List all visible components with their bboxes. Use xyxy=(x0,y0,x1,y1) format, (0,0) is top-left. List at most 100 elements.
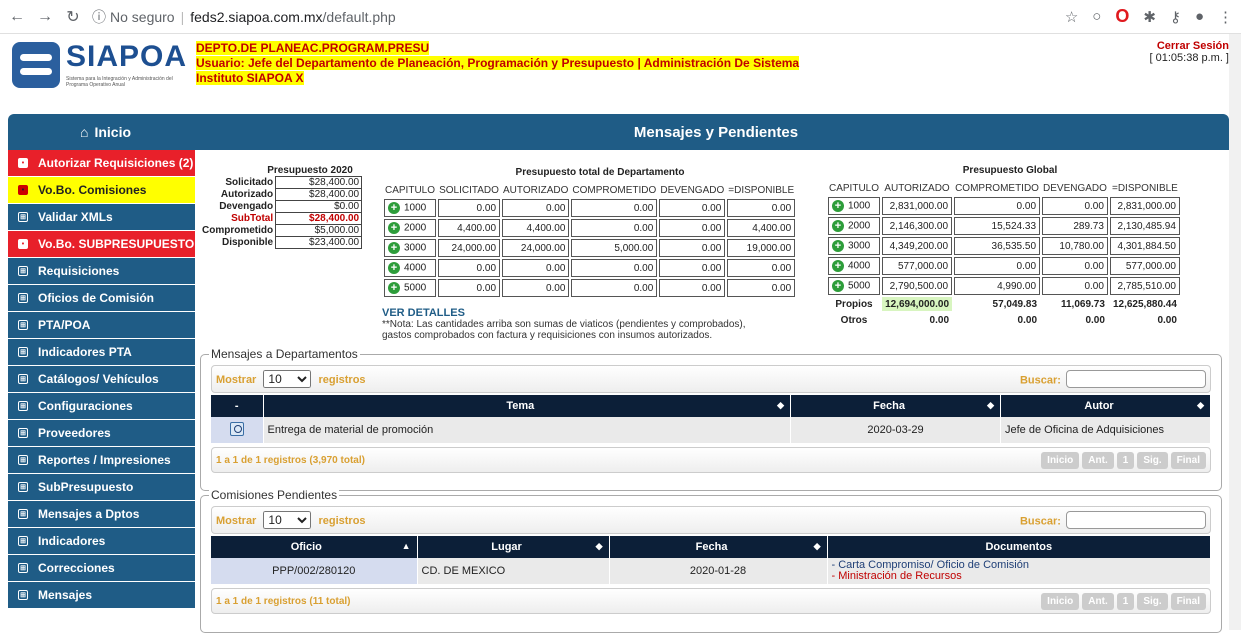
amount: 0.00 xyxy=(1042,277,1108,295)
key-icon[interactable]: ⚷ xyxy=(1170,8,1181,26)
info-icon[interactable]: ⓘ xyxy=(92,7,106,27)
menu-icon[interactable]: ⋮ xyxy=(1218,8,1233,26)
amount: 0.00 xyxy=(502,199,570,217)
add-icon[interactable]: + xyxy=(388,262,400,274)
commissions-pager: Inicio Ant. 1 Sig. Final xyxy=(1041,592,1206,610)
view-message-icon[interactable] xyxy=(229,421,244,436)
total-cell: 57,049.83 xyxy=(992,298,1038,310)
sidebar-item[interactable]: ⊞ Mensajes a Dptos xyxy=(8,501,195,528)
sidebar: • Autorizar Requisiciones (2) • Vo.Bo. Comi… xyxy=(8,150,195,609)
sidebar-item[interactable]: ⊞ Indicadores xyxy=(8,528,195,555)
col-fecha[interactable]: Fecha ◆ xyxy=(609,536,828,558)
budget-row: +3000 4,349,200.00 36,535.50 10,780.00 4,301… xyxy=(828,237,1180,255)
sidebar-item[interactable]: ⊞ Proveedores xyxy=(8,420,195,447)
commission-lugar: CD. DE MEXICO xyxy=(417,558,610,584)
add-icon[interactable]: + xyxy=(832,220,844,232)
message-tema: Entrega de material de promoción xyxy=(263,417,791,443)
capitulo: 3000 xyxy=(848,240,871,252)
extension-circle-icon[interactable]: ○ xyxy=(1092,8,1101,25)
sidebar-item[interactable]: ⊞ Requisiciones xyxy=(8,258,195,285)
pager-prev[interactable]: Ant. xyxy=(1082,451,1114,469)
add-icon[interactable]: + xyxy=(388,222,400,234)
amount: 4,400.00 xyxy=(727,219,796,237)
opera-icon[interactable]: O xyxy=(1115,6,1129,27)
sidebar-item-label: Oficios de Comisión xyxy=(38,291,155,305)
sidebar-item[interactable]: • Vo.Bo. SUBPRESUPUESTO xyxy=(8,231,195,258)
siapoa-logo[interactable]: SIAPOA Sistema para la Integración y Adm… xyxy=(12,40,192,96)
sidebar-item[interactable]: ⊞ Indicadores PTA xyxy=(8,339,195,366)
pager-prev[interactable]: Ant. xyxy=(1082,592,1114,610)
col-action[interactable]: - xyxy=(211,395,264,417)
pager-first[interactable]: Inicio xyxy=(1041,451,1080,469)
pager-next[interactable]: Sig. xyxy=(1137,592,1168,610)
department-budget-table: CAPITULO SOLICITADO AUTORIZADO COMPROMETIDO… xyxy=(382,181,797,299)
reload-icon[interactable]: ↻ xyxy=(62,6,84,28)
back-icon[interactable]: ← xyxy=(6,6,28,28)
home-link[interactable]: ⌂ Inicio xyxy=(8,114,203,150)
add-icon[interactable]: + xyxy=(388,242,400,254)
sidebar-item[interactable]: • Vo.Bo. Comisiones xyxy=(8,177,195,204)
sidebar-item[interactable]: ⊞ Mensajes xyxy=(8,582,195,609)
commissions-info: 1 a 1 de 1 registros (11 total) xyxy=(216,595,351,607)
col-autor[interactable]: Autor ◆ xyxy=(1000,395,1211,417)
page-title: Mensajes y Pendientes xyxy=(633,123,799,141)
pager-page[interactable]: 1 xyxy=(1116,592,1135,610)
sidebar-item[interactable]: ⊞ Validar XMLs xyxy=(8,204,195,231)
budget-2020-table: Solicitado $28,400.00 Autorizado $28,400.00… xyxy=(200,176,363,249)
sort-asc-icon: ▲ xyxy=(401,541,411,551)
amount: 0.00 xyxy=(1042,197,1108,215)
pager-page[interactable]: 1 xyxy=(1116,451,1135,469)
scrollbar[interactable] xyxy=(1229,34,1241,630)
sidebar-item[interactable]: ⊞ Correcciones xyxy=(8,555,195,582)
add-icon[interactable]: + xyxy=(388,202,400,214)
sidebar-item[interactable]: ⊞ Reportes / Impresiones xyxy=(8,447,195,474)
add-icon[interactable]: + xyxy=(832,280,844,292)
logo-word: SIAPOA xyxy=(66,40,188,73)
add-icon[interactable]: + xyxy=(832,260,844,272)
grid-icon: ⊞ xyxy=(18,428,28,438)
profile-icon[interactable]: ● xyxy=(1195,8,1204,25)
sidebar-item[interactable]: ⊞ Catálogos/ Vehículos xyxy=(8,366,195,393)
address-bar[interactable]: ⓘ No seguro | feds2.siapoa.com.mx /defau… xyxy=(92,7,396,27)
pager-next[interactable]: Sig. xyxy=(1137,451,1168,469)
sidebar-item-label: Reportes / Impresiones xyxy=(38,453,171,467)
page-size-select[interactable]: 10 xyxy=(263,370,312,388)
sidebar-item[interactable]: ⊞ SubPresupuesto xyxy=(8,474,195,501)
table-row: Entrega de material de promoción 2020-03… xyxy=(211,417,1211,443)
add-icon[interactable]: + xyxy=(388,282,400,294)
pager-last[interactable]: Final xyxy=(1170,592,1206,610)
forward-icon[interactable]: → xyxy=(34,6,56,28)
budget-row: +5000 0.00 0.00 0.00 0.00 0.00 xyxy=(384,279,796,297)
col-lugar[interactable]: Lugar ◆ xyxy=(417,536,610,558)
amount: 4,301,884.50 xyxy=(1109,237,1180,255)
pager-last[interactable]: Final xyxy=(1170,451,1206,469)
search-input[interactable] xyxy=(1066,511,1206,529)
puzzle-icon[interactable]: ✱ xyxy=(1143,8,1156,26)
budget-label: Disponible xyxy=(221,237,274,248)
messages-info: 1 a 1 de 1 registros (3,970 total) xyxy=(216,454,365,466)
budget-note: VER DETALLES **Nota: Las cantidades arri… xyxy=(382,308,752,342)
pager-first[interactable]: Inicio xyxy=(1041,592,1080,610)
user-role: Usuario: Jefe del Departamento de Planea… xyxy=(196,56,800,70)
sidebar-item[interactable]: • Autorizar Requisiciones (2) xyxy=(8,150,195,177)
add-icon[interactable]: + xyxy=(832,200,844,212)
sidebar-item[interactable]: ⊞ Configuraciones xyxy=(8,393,195,420)
sidebar-item[interactable]: ⊞ PTA/POA xyxy=(8,312,195,339)
details-link[interactable]: VER DETALLES xyxy=(382,308,752,319)
col-tema[interactable]: Tema ◆ xyxy=(263,395,791,417)
grid-icon: ⊞ xyxy=(18,563,28,573)
sidebar-item[interactable]: ⊞ Oficios de Comisión xyxy=(8,285,195,312)
document-link-ministracion[interactable]: - Ministración de Recursos xyxy=(832,571,1207,582)
add-icon[interactable]: + xyxy=(832,240,844,252)
star-icon[interactable]: ☆ xyxy=(1065,8,1078,26)
sort-icon: ◆ xyxy=(813,541,821,551)
col-fecha[interactable]: Fecha ◆ xyxy=(790,395,1001,417)
col-oficio[interactable]: Oficio ▲ xyxy=(211,536,418,558)
logout-link[interactable]: Cerrar Sesión xyxy=(1150,40,1229,52)
column-header: SOLICITADO xyxy=(439,184,499,196)
column-header: DEVENGADO xyxy=(1043,182,1107,194)
search-input[interactable] xyxy=(1066,370,1206,388)
budget-label: Devengado xyxy=(219,201,274,212)
capitulo: 5000 xyxy=(404,282,427,294)
page-size-select[interactable]: 10 xyxy=(263,511,312,529)
